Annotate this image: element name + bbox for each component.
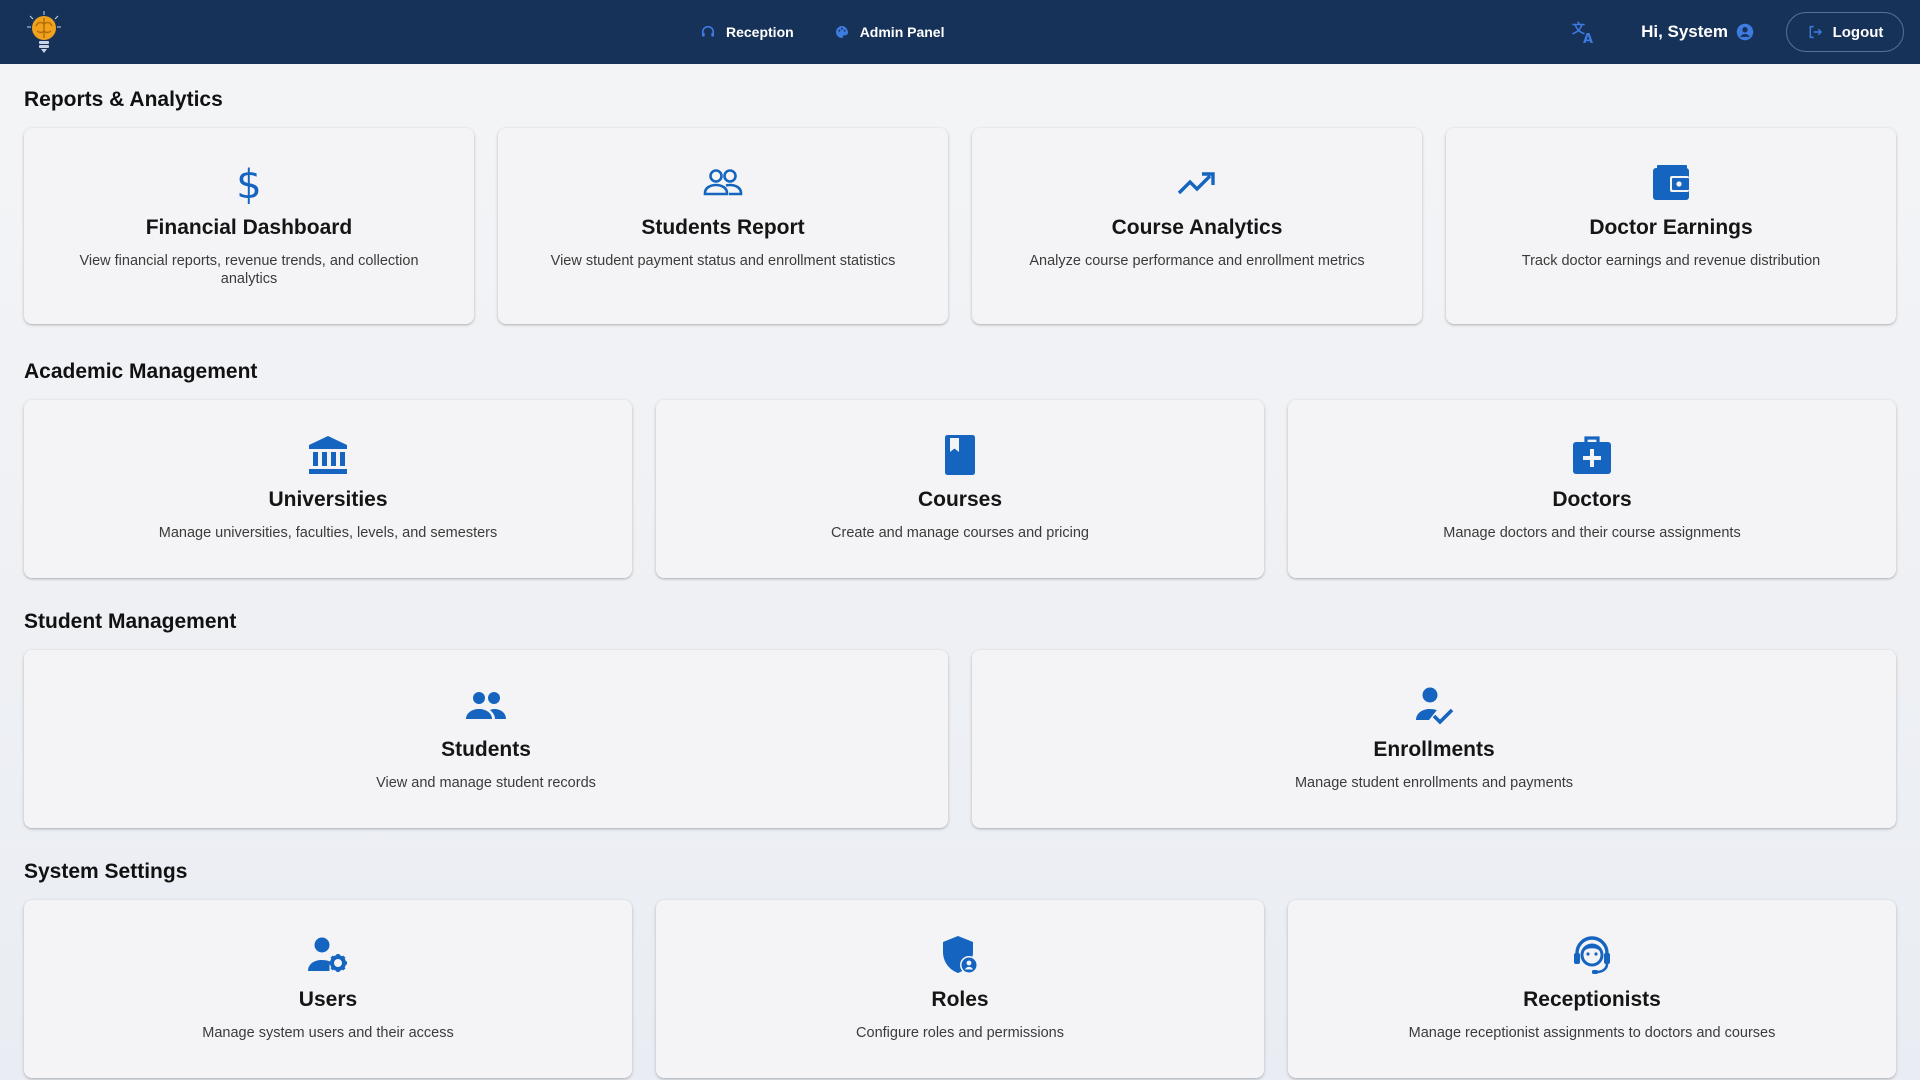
svg-text:$: $ [236,162,261,204]
greeting-text: Hi, System [1641,22,1728,41]
top-navbar: Reception Admin Panel 文 A Hi, System Log… [0,0,1920,64]
card-description: View and manage student records [376,775,596,791]
card-title: Students [441,738,531,761]
nav-reception-label: Reception [726,24,794,40]
card-title: Receptionists [1523,988,1661,1011]
card-description: View student payment status and enrollme… [550,253,896,269]
doctor-earnings-card[interactable]: Doctor Earnings Track doctor earnings an… [1446,128,1896,324]
card-title: Universities [268,488,388,511]
section-title-reports: Reports & Analytics [24,88,223,111]
student-grid: Students View and manage student records… [24,650,1896,828]
enrollments-card[interactable]: Enrollments Manage student enrollments a… [972,650,1896,828]
dollar-icon: $ [236,162,261,204]
person-check-icon [1416,687,1454,725]
user-greeting[interactable]: Hi, System [1641,22,1754,42]
headset-icon [701,25,715,37]
card-description: Configure roles and permissions [856,1025,1064,1041]
people-outline-icon [703,169,743,196]
card-title: Financial Dashboard [145,216,353,239]
card-description: View financial reports, revenue trends, … [79,253,419,287]
universities-card[interactable]: Universities Manage universities, facult… [24,400,632,578]
nav-admin-panel-link[interactable]: Admin Panel [834,24,945,40]
user-gear-icon [308,937,347,972]
reports-grid: $ Financial Dashboard View financial rep… [24,128,1896,324]
dashboard-content: Reports & Analytics $ Financial Dashboar… [24,64,1896,1078]
logout-icon [1809,25,1822,39]
trending-up-icon [1177,172,1215,195]
logout-button[interactable]: Logout [1786,12,1904,52]
card-description: Manage doctors and their course assignme… [1443,525,1741,541]
section-title-student: Student Management [24,610,237,633]
students-card[interactable]: Students View and manage student records [24,650,948,828]
system-grid: Users Manage system users and their acce… [24,900,1896,1078]
students-report-card[interactable]: Students Report View student payment sta… [498,128,948,324]
card-title: Doctors [1552,488,1632,511]
translate-icon[interactable]: 文 A [1571,19,1597,45]
svg-text:A: A [1583,32,1593,45]
roles-card[interactable]: Roles Configure roles and permissions [656,900,1264,1078]
card-title: Course Analytics [1111,216,1283,239]
courses-card[interactable]: Courses Create and manage courses and pr… [656,400,1264,578]
brain-logo-icon[interactable] [26,10,62,56]
doctors-card[interactable]: Doctors Manage doctors and their course … [1288,400,1896,578]
section-title-system: System Settings [24,860,188,883]
shield-user-icon [943,936,978,974]
card-title: Users [298,988,358,1011]
wallet-icon [1653,165,1689,200]
section-title-academic: Academic Management [24,360,258,383]
card-description: Track doctor earnings and revenue distri… [1521,253,1821,269]
card-description: Manage student enrollments and payments [1294,775,1574,791]
card-title: Enrollments [1373,738,1495,761]
card-description: Manage system users and their access [202,1025,454,1041]
receptionists-card[interactable]: Receptionists Manage receptionist assign… [1288,900,1896,1078]
account-circle-icon [1736,23,1754,41]
headset-icon [1574,936,1610,974]
medical-bag-icon [1573,436,1611,474]
course-analytics-card[interactable]: Course Analytics Analyze course performa… [972,128,1422,324]
book-icon [945,435,975,475]
institution-icon [309,436,347,474]
card-title: Students Report [641,216,805,239]
nav-reception-link[interactable]: Reception [700,24,794,40]
users-card[interactable]: Users Manage system users and their acce… [24,900,632,1078]
card-description: Manage receptionist assignments to docto… [1408,1025,1776,1041]
card-title: Courses [917,488,1003,511]
card-title: Roles [931,988,989,1011]
academic-grid: Universities Manage universities, facult… [24,400,1896,578]
group-icon [466,692,506,719]
card-description: Manage universities, faculties, levels, … [158,525,498,541]
card-title: Doctor Earnings [1589,216,1753,239]
card-description: Create and manage courses and pricing [831,525,1089,541]
logout-label: Logout [1832,23,1884,41]
nav-admin-panel-label: Admin Panel [859,24,945,40]
card-description: Analyze course performance and enrollmen… [1029,253,1365,269]
financial-dashboard-card[interactable]: $ Financial Dashboard View financial rep… [24,128,474,324]
palette-icon [835,26,848,38]
